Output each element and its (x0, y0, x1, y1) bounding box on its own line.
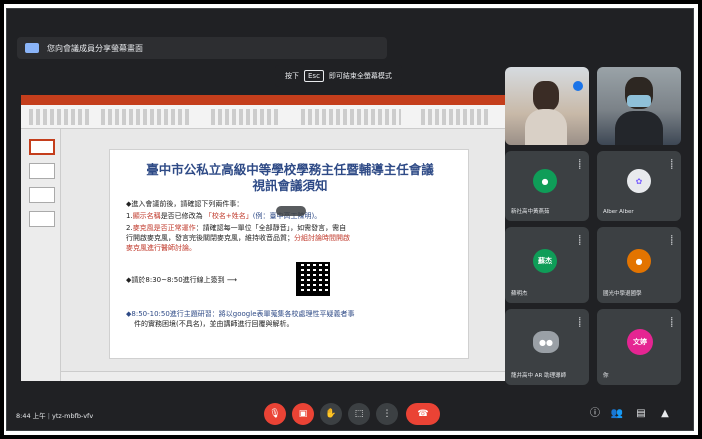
raise-hand-icon[interactable]: ✋ (320, 403, 342, 425)
esc-key: Esc (304, 70, 324, 82)
mic-off-icon: ⸽ (578, 318, 581, 328)
ribbon-group (211, 109, 281, 125)
item2-red2: 分組討論時間開啟 (294, 234, 350, 242)
meeting-info: 8:44 上午 | ytz-mbfb-vfv (16, 412, 94, 420)
participant-name: 新社高中黃燕茹 (511, 209, 550, 215)
slide-thumbnail (29, 163, 55, 179)
mic-off-icon: ⸽ (578, 236, 581, 246)
chat-icon[interactable]: ▤ (634, 407, 648, 421)
slide-thumbnail (29, 211, 55, 227)
slide-schedule-2-line2: 件的實務困境(不具名)，並由講師進行回覆與解析。 (134, 320, 294, 328)
meeting-code: ytz-mbfb-vfv (52, 412, 94, 420)
camera-off-icon[interactable]: ▣ (292, 403, 314, 425)
participant-tile[interactable]: ⸽ ✿ Alber Alber (597, 151, 681, 221)
participant-video-body (525, 109, 567, 145)
hint-suffix: 即可結束全螢幕模式 (328, 72, 392, 80)
meeting-time: 8:44 上午 (16, 412, 46, 420)
ribbon-group (301, 109, 401, 125)
mic-off-icon: ⸽ (670, 160, 673, 170)
fullscreen-hint: 按下 Esc 即可結束全螢幕模式 (275, 65, 402, 87)
slide-thumbnails (21, 129, 61, 381)
ppt-ribbon (21, 105, 505, 129)
meet-window: 您向會議成員分享螢幕畫面 按下 Esc 即可結束全螢幕模式 臺中市公私立高級中等… (6, 8, 694, 431)
avatar-initials: 文婷 (627, 329, 653, 355)
mic-off-icon: ⸽ (670, 236, 673, 246)
mic-off-icon[interactable]: 🎙 (264, 403, 286, 425)
participant-tile[interactable]: ⸽ ● 新社高中黃燕茹 (505, 151, 589, 221)
participant-name: 國光中學退國學 (603, 291, 642, 297)
slide-thumbnail (29, 139, 55, 155)
participant-video-body (615, 111, 663, 145)
slide-item-2-line2: 行開啟麥克風，發言完後關閉麥克風，維持收音品質；分組討論時間開啟 (126, 234, 350, 243)
face-mask (627, 95, 651, 107)
item2-line2: 行開啟麥克風，發言完後關閉麥克風，維持收音品質； (126, 234, 294, 242)
qr-code (296, 262, 330, 296)
ribbon-group (421, 109, 491, 125)
hint-prefix: 按下 (285, 72, 299, 80)
participant-name: Alber Alber (603, 209, 634, 215)
current-slide: 臺中市公私立高級中等學校學務主任暨輔導主任會議 視訊會議須知 ◆進入會議前後，請… (109, 149, 469, 359)
participant-name: 蘇明杰 (511, 291, 528, 297)
ppt-status-bar (61, 371, 505, 381)
avatar-initials: 蘇杰 (533, 249, 557, 273)
shared-screen: 臺中市公私立高級中等學校學務主任暨輔導主任會議 視訊會議須知 ◆進入會議前後，請… (21, 95, 505, 381)
avatar-icon: ✿ (627, 169, 651, 193)
activities-icon[interactable]: ▲ (658, 407, 672, 421)
control-bar: 8:44 上午 | ytz-mbfb-vfv 🎙 ▣ ✋ ⬚ ⋮ ☎ ⓘ 👥 ▤… (6, 398, 694, 431)
participant-video (533, 81, 559, 111)
slide-title-line2: 視訊會議須知 (252, 178, 328, 193)
hang-up-icon[interactable]: ☎ (406, 403, 440, 425)
item2-prefix: 2. (126, 224, 133, 232)
participant-tile-camera[interactable] (597, 67, 681, 145)
item1-prefix: 1. (126, 212, 133, 220)
mic-off-icon: ⸽ (578, 160, 581, 170)
pin-button[interactable] (573, 81, 583, 91)
present-icon (25, 43, 39, 53)
item2-text: ：請確認每一單位「全部靜音」，如需發言，需自 (195, 224, 347, 232)
participant-name: 你 (603, 373, 609, 379)
presenting-text: 您向會議成員分享螢幕畫面 (47, 43, 143, 53)
participant-tile-self[interactable]: ⸽ 文婷 你 (597, 309, 681, 385)
ppt-title-bar (21, 95, 505, 105)
item2-highlight: 麥克風是否正常運作 (132, 224, 196, 232)
item1-highlight: 顯示名稱 (132, 212, 161, 220)
participant-tile[interactable]: ⸽ ● 國光中學退國學 (597, 227, 681, 303)
slide-thumbnail (29, 187, 55, 203)
presenting-banner[interactable]: 您向會議成員分享螢幕畫面 (17, 37, 387, 59)
participant-tile[interactable]: ⸽ ●● 龍井高中 AR 助理導師 (505, 309, 589, 385)
slide-title-line1: 臺中市公私立高級中等學校學務主任暨輔導主任會議 (146, 162, 434, 177)
avatar-icon: ● (533, 169, 557, 193)
avatar-icon: ●● (533, 331, 559, 353)
participant-tile-camera[interactable] (505, 67, 589, 145)
item1-text: 是否已修改為 (160, 212, 205, 220)
people-icon[interactable]: 👥 (610, 407, 624, 421)
slide-title: 臺中市公私立高級中等學校學務主任暨輔導主任會議 視訊會議須知 (122, 162, 458, 194)
slide-schedule-1: ◆請於8:30~8:50進行線上簽到 ⟶ (126, 276, 237, 284)
present-icon[interactable]: ⬚ (348, 403, 370, 425)
item2-line3: 麥克風進行醫師討論。 (126, 244, 196, 252)
slide-schedule-2: ◆8:50-10:50進行主題研習：將以google表單蒐集各校處理性平疑義者事 (126, 310, 355, 318)
item1-blue: 「校名+姓名」 (204, 212, 253, 220)
cursor-overlay (276, 206, 306, 216)
mic-off-icon: ⸽ (670, 318, 673, 328)
ribbon-group (29, 109, 89, 125)
info-icon[interactable]: ⓘ (588, 407, 602, 421)
avatar-icon: ● (627, 249, 651, 273)
slide-intro: ◆進入會議前後，請確認下列兩件事： (126, 200, 244, 208)
ribbon-group (101, 109, 191, 125)
participant-name: 龍井高中 AR 助理導師 (511, 373, 567, 379)
participant-tile[interactable]: ⸽ 蘇杰 蘇明杰 (505, 227, 589, 303)
slide-item-2: 2.麥克風是否正常運作：請確認每一單位「全部靜音」，如需發言，需自 (126, 224, 346, 233)
slide-item-2-line3: 麥克風進行醫師討論。 (126, 244, 196, 253)
more-icon[interactable]: ⋮ (376, 403, 398, 425)
